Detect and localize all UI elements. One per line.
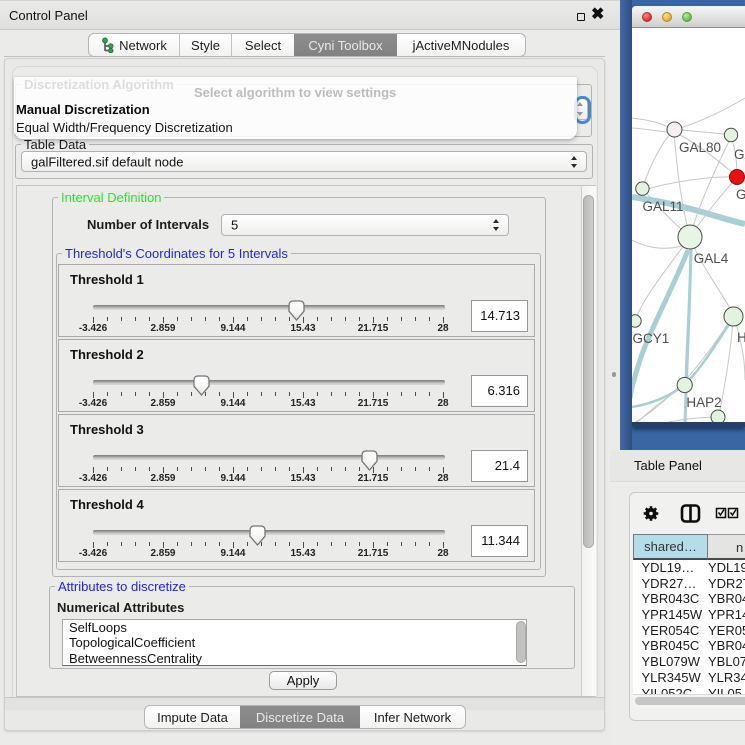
svg-text:HAP2: HAP2 (686, 395, 721, 410)
svg-text:GR: GR (736, 187, 745, 202)
svg-text:GCY1: GCY1 (633, 331, 670, 346)
svg-text:GAL11: GAL11 (642, 199, 683, 214)
svg-text:GA: GA (734, 147, 745, 162)
svg-text:GAL80: GAL80 (679, 140, 721, 155)
svg-text:HA: HA (737, 330, 745, 345)
svg-text:GAL4: GAL4 (694, 251, 729, 266)
